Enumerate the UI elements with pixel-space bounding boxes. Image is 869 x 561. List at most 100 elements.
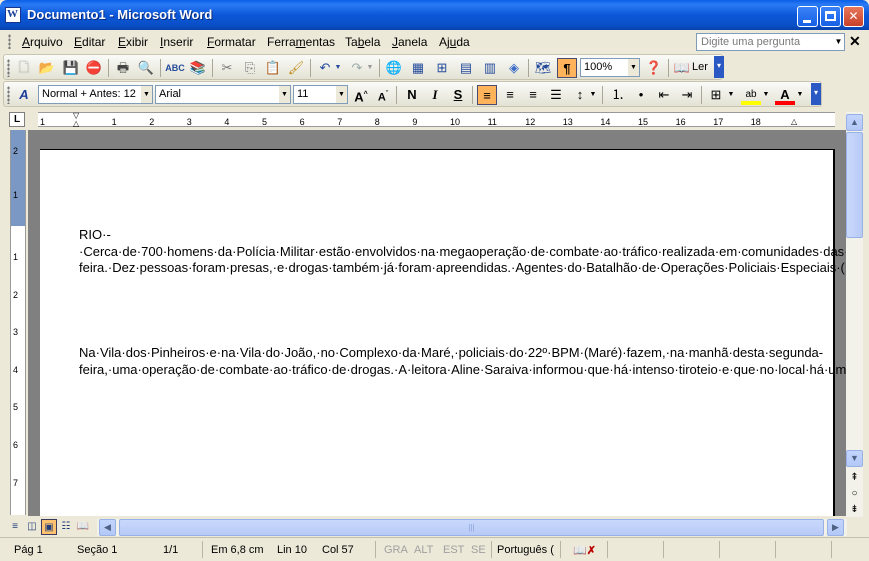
underline-button[interactable]: S — [448, 85, 468, 105]
line-spacing-dropdown-icon[interactable]: ▼ — [588, 85, 598, 105]
scroll-left-icon[interactable]: ◀ — [99, 519, 116, 536]
font-select[interactable]: Arial ▼ — [155, 85, 291, 104]
toolbar-grip[interactable] — [7, 59, 10, 77]
highlight-dropdown-icon[interactable]: ▼ — [761, 85, 771, 105]
styles-formatting-icon[interactable]: A — [14, 85, 34, 105]
font-size-dropdown-icon[interactable]: ▼ — [336, 86, 347, 103]
menu-item-ferramentas[interactable]: Ferramentas — [267, 35, 335, 49]
hyperlink-icon[interactable]: 🌐 — [384, 58, 404, 78]
insert-table-icon[interactable]: ⊞ — [432, 58, 452, 78]
permission-icon[interactable]: ⛔ — [84, 58, 104, 78]
menu-item-arquivo[interactable]: Arquivo — [22, 35, 63, 49]
reading-layout-view-icon[interactable]: 📖 — [75, 519, 91, 535]
status-track-changes[interactable]: ALT — [414, 544, 433, 556]
font-size-select[interactable]: 11 ▼ — [293, 85, 348, 104]
status-extend-selection[interactable]: EST — [443, 544, 464, 556]
menu-item-exibir[interactable]: Exibir — [118, 35, 148, 49]
normal-view-icon[interactable]: ≡ — [7, 519, 23, 535]
align-center-icon[interactable]: ≡ — [500, 85, 520, 105]
horizontal-scrollbar[interactable]: ◀ ||| ▶ — [97, 519, 847, 536]
read-button-label[interactable]: Ler — [692, 61, 708, 73]
menu-item-tabela[interactable]: Tabela — [345, 35, 380, 49]
numbering-icon[interactable]: ⒈ — [608, 85, 628, 105]
status-language[interactable]: Português ( — [497, 544, 554, 556]
align-left-icon[interactable]: ≡ — [477, 85, 497, 105]
style-dropdown-icon[interactable]: ▼ — [141, 86, 152, 103]
spelling-icon[interactable]: ABC — [165, 58, 185, 78]
horizontal-scroll-thumb[interactable]: ||| — [119, 519, 824, 536]
print-preview-icon[interactable]: 🔍 — [136, 58, 156, 78]
previous-page-icon[interactable]: ⇞ — [846, 469, 863, 486]
zoom-dropdown-icon[interactable]: ▼ — [628, 59, 639, 76]
cut-icon[interactable]: ✂ — [217, 58, 237, 78]
redo-icon[interactable]: ↷ — [347, 58, 367, 78]
redo-dropdown-icon[interactable]: ▼ — [365, 58, 375, 78]
print-icon[interactable]: 🖶 — [113, 58, 133, 78]
bold-button[interactable]: N — [402, 85, 422, 105]
document-page[interactable]: RIO·-·Cerca·de·700·homens·da·Polícia·Mil… — [40, 149, 846, 516]
status-record-macro[interactable]: GRA — [384, 544, 408, 556]
borders-icon[interactable]: ⊞ — [706, 85, 726, 105]
decrease-indent-icon[interactable]: ⇤ — [654, 85, 674, 105]
copy-icon[interactable]: ⎘ — [240, 58, 260, 78]
font-dropdown-icon[interactable]: ▼ — [279, 86, 290, 103]
close-button[interactable]: ✕ — [843, 6, 864, 27]
word-app-icon[interactable]: W — [5, 7, 21, 23]
scroll-down-icon[interactable]: ▼ — [846, 450, 863, 467]
show-hide-formatting-icon[interactable]: ¶ — [557, 58, 577, 78]
select-browse-object-icon[interactable]: ○ — [846, 485, 863, 502]
menu-item-editar[interactable]: Editar — [74, 35, 105, 49]
paste-icon[interactable]: 📋 — [263, 58, 283, 78]
document-map-icon[interactable]: 🗺 — [533, 58, 553, 78]
increase-indent-icon[interactable]: ⇥ — [677, 85, 697, 105]
menu-grip[interactable] — [8, 34, 11, 49]
paragraph-2[interactable]: Na·Vila·dos·Pinheiros·e·na·Vila·do·João,… — [79, 345, 846, 378]
vertical-scrollbar[interactable]: ▲ ▼ ⇞ ○ ⇟ — [846, 112, 863, 517]
vertical-scroll-thumb[interactable] — [846, 132, 863, 238]
menu-item-formatar[interactable]: Formatar — [207, 35, 256, 49]
zoom-select[interactable]: 100% ▼ — [580, 58, 640, 77]
left-indent-marker[interactable]: △ — [73, 120, 81, 128]
tab-selector-icon[interactable]: L — [9, 112, 25, 127]
toolbar-options-icon[interactable]: ▾ — [714, 56, 724, 78]
spelling-status-icon[interactable]: 📖✗ — [573, 544, 596, 557]
document-area[interactable]: RIO·-·Cerca·de·700·homens·da·Polícia·Mil… — [28, 130, 846, 516]
italic-button[interactable]: I — [425, 85, 445, 105]
scroll-right-icon[interactable]: ▶ — [827, 519, 844, 536]
font-color-icon[interactable]: A — [775, 85, 795, 105]
justify-icon[interactable]: ☰ — [546, 85, 566, 105]
style-select[interactable]: Normal + Antes: 12 ▼ — [38, 85, 153, 104]
borders-dropdown-icon[interactable]: ▼ — [726, 85, 736, 105]
shrink-font-icon[interactable]: Aˇ — [373, 85, 393, 105]
open-folder-icon[interactable]: 📂 — [37, 58, 57, 78]
font-color-dropdown-icon[interactable]: ▼ — [795, 85, 805, 105]
research-icon[interactable]: 📚 — [188, 58, 208, 78]
help-icon[interactable]: ❓ — [644, 58, 664, 78]
print-layout-view-icon[interactable]: ▣ — [41, 519, 57, 535]
right-indent-marker[interactable]: △ — [791, 118, 799, 126]
align-right-icon[interactable]: ≡ — [523, 85, 543, 105]
format-painter-icon[interactable]: 🖌 — [286, 58, 306, 78]
save-icon[interactable]: 💾 — [61, 58, 81, 78]
document-close-icon[interactable]: ✕ — [849, 33, 861, 50]
ask-question-dropdown-icon[interactable]: ▼ — [833, 34, 844, 50]
tables-borders-icon[interactable]: ▦ — [408, 58, 428, 78]
columns-icon[interactable]: ▥ — [480, 58, 500, 78]
insert-excel-icon[interactable]: ▤ — [456, 58, 476, 78]
next-page-icon[interactable]: ⇟ — [846, 501, 863, 518]
undo-dropdown-icon[interactable]: ▼ — [333, 58, 343, 78]
new-document-icon[interactable]: 🗋 — [14, 58, 34, 78]
line-spacing-icon[interactable]: ↕ — [570, 85, 590, 105]
drawing-icon[interactable]: ◈ — [504, 58, 524, 78]
toolbar-options-icon[interactable]: ▾ — [811, 83, 821, 105]
scroll-up-icon[interactable]: ▲ — [846, 114, 863, 131]
web-layout-view-icon[interactable]: ◫ — [24, 519, 40, 535]
read-icon[interactable]: 📖 — [672, 58, 692, 78]
highlight-icon[interactable]: ab — [741, 85, 761, 105]
menu-item-ajuda[interactable]: Ajuda — [439, 35, 470, 49]
bullets-icon[interactable]: • — [631, 85, 651, 105]
menu-item-inserir[interactable]: Inserir — [160, 35, 193, 49]
undo-icon[interactable]: ↶ — [315, 58, 335, 78]
toolbar-grip[interactable] — [7, 86, 10, 104]
outline-view-icon[interactable]: ☷ — [58, 519, 74, 535]
